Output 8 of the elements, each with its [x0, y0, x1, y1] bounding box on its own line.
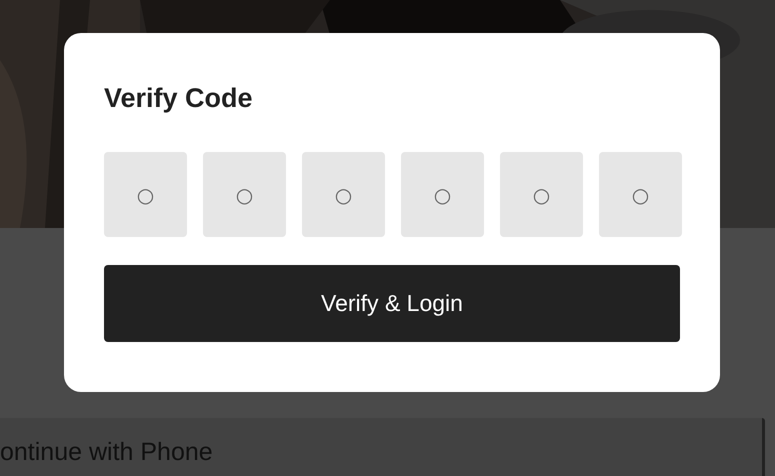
verify-login-button[interactable]: Verify & Login: [104, 265, 680, 342]
code-digit-field[interactable]: ○: [500, 152, 583, 237]
code-digit-field[interactable]: ○: [401, 152, 484, 237]
code-digit-field[interactable]: ○: [599, 152, 682, 237]
code-digit-field[interactable]: ○: [302, 152, 385, 237]
code-digit-field[interactable]: ○: [104, 152, 187, 237]
code-digit-field[interactable]: ○: [203, 152, 286, 237]
dialog-title: Verify Code: [104, 83, 253, 114]
